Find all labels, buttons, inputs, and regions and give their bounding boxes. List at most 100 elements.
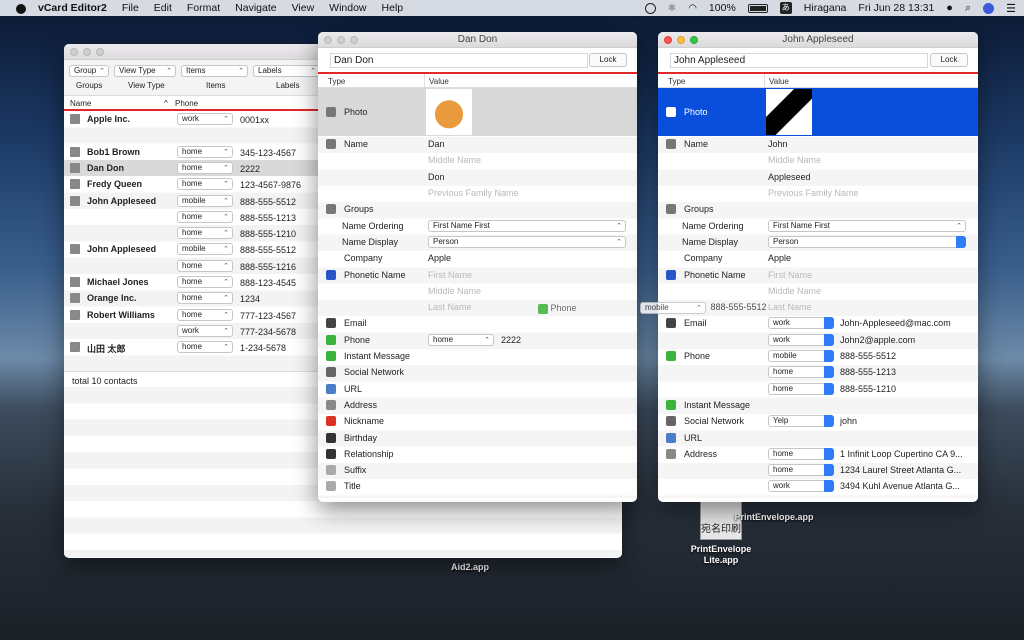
name-ordering-popup[interactable]: First Name First	[768, 219, 966, 232]
field-value[interactable]: Previous Family Name	[428, 188, 519, 198]
field-value[interactable]: Appleseed	[768, 172, 811, 182]
menu-window[interactable]: Window	[329, 2, 366, 14]
field-value[interactable]: john	[840, 416, 857, 426]
menu-format[interactable]: Format	[187, 2, 220, 14]
siri-icon[interactable]	[983, 2, 995, 14]
battery-percent[interactable]: 100%	[709, 2, 736, 14]
lock-button[interactable]: Lock	[589, 53, 627, 67]
lock-button[interactable]: Lock	[930, 53, 968, 67]
phone-label-popup[interactable]: home	[177, 178, 233, 191]
field-value[interactable]: First Name	[768, 270, 812, 280]
contact-photo[interactable]	[766, 89, 812, 135]
type-column-header[interactable]: Type	[668, 77, 685, 86]
phone-label-popup[interactable]: home	[177, 341, 233, 354]
input-method-label[interactable]: Hiragana	[804, 2, 847, 14]
field-value[interactable]: Don	[428, 172, 445, 182]
contact-name: Orange Inc.	[87, 293, 137, 304]
field-value[interactable]: Dan	[428, 139, 445, 149]
field-value[interactable]: 888-555-5512	[840, 351, 896, 361]
phone-label-popup[interactable]: home	[177, 145, 233, 158]
apple-menu-icon[interactable]	[14, 2, 28, 14]
menu-navigate[interactable]: Navigate	[235, 2, 276, 14]
notification-center-icon[interactable]: ☰	[1006, 2, 1016, 15]
field-value[interactable]: 1 Infinit Loop Cupertino CA 9...	[840, 449, 963, 459]
field-popup[interactable]: Yelp	[768, 415, 834, 428]
field-value[interactable]: Middle Name	[768, 155, 821, 165]
phone-label-popup[interactable]: mobile	[177, 243, 233, 256]
field-value[interactable]: Middle Name	[428, 155, 481, 165]
phone-label-popup[interactable]: home	[177, 276, 233, 288]
field-value[interactable]: Last Name	[768, 302, 812, 312]
phone-label-popup[interactable]: work	[177, 324, 233, 337]
name-ordering-popup[interactable]: First Name First	[428, 219, 626, 232]
items-popup[interactable]: Items	[181, 65, 248, 77]
phone-label-popup[interactable]: mobile	[177, 194, 233, 207]
field-popup[interactable]: home	[768, 464, 834, 477]
field-value[interactable]: John-Appleseed@mac.com	[840, 318, 951, 328]
viewtype-popup[interactable]: View Type	[114, 65, 176, 77]
print-envelope-app-label[interactable]: PrintEnvelope.app	[728, 512, 820, 522]
wifi-icon[interactable]: ◠	[688, 3, 697, 14]
field-popup[interactable]: home	[768, 366, 834, 379]
field-popup[interactable]: home	[768, 382, 834, 395]
name-field[interactable]: Dan Don	[330, 53, 588, 68]
contact-photo[interactable]	[426, 89, 472, 135]
type-column-header[interactable]: Type	[328, 77, 345, 86]
field-value[interactable]: Middle Name	[428, 286, 481, 296]
field-value[interactable]: Last Name	[428, 302, 472, 312]
field-popup[interactable]: work	[768, 317, 834, 330]
field-value[interactable]: First Name	[428, 270, 472, 280]
field-value[interactable]: Apple	[428, 253, 451, 263]
phone-label-popup[interactable]: home	[177, 308, 233, 321]
time-machine-icon[interactable]	[644, 2, 656, 14]
name-display-popup[interactable]: Person	[428, 235, 626, 248]
titlebar[interactable]: Dan Don	[318, 32, 637, 48]
field-value[interactable]: 3494 Kuhl Avenue Atlanta G...	[840, 481, 960, 491]
phone-column-header[interactable]: Phone	[175, 99, 198, 108]
user-icon[interactable]: ●	[946, 2, 953, 14]
field-popup[interactable]: work	[768, 480, 834, 493]
field-value[interactable]: 2222	[501, 335, 521, 345]
field-value[interactable]: 1234 Laurel Street Atlanta G...	[840, 465, 961, 475]
phone-label-popup[interactable]: work	[177, 113, 233, 125]
field-popup[interactable]: home	[768, 447, 834, 460]
phone-label-popup[interactable]: home	[428, 333, 494, 346]
menu-help[interactable]: Help	[382, 2, 404, 14]
close-button[interactable]	[70, 48, 78, 56]
phone-label-popup[interactable]: home	[177, 227, 233, 240]
aid2-app-label[interactable]: Aid2.app	[440, 562, 500, 572]
phone-label-popup[interactable]: home	[177, 259, 233, 272]
battery-icon[interactable]	[747, 3, 768, 13]
field-value[interactable]: 888-555-1213	[840, 367, 896, 377]
field-value[interactable]: John	[768, 139, 788, 149]
phone-label-popup[interactable]: home	[177, 292, 233, 305]
minimize-button[interactable]	[83, 48, 91, 56]
value-column-header[interactable]: Value	[769, 77, 789, 86]
field-value[interactable]: Previous Family Name	[768, 188, 859, 198]
labels-popup[interactable]: Labels	[253, 65, 320, 77]
menu-view[interactable]: View	[292, 2, 315, 14]
groups-popup[interactable]: Group	[69, 65, 109, 77]
zoom-button[interactable]	[96, 48, 104, 56]
clock[interactable]: Fri Jun 28 13:31	[858, 2, 934, 14]
value-column-header[interactable]: Value	[429, 77, 449, 86]
name-column-header[interactable]: Name	[70, 99, 91, 108]
phone-label-popup[interactable]: home	[177, 210, 233, 223]
print-envelope-lite-label[interactable]: PrintEnvelope Lite.app	[686, 544, 756, 566]
menu-file[interactable]: File	[122, 2, 139, 14]
name-field[interactable]: John Appleseed	[670, 53, 928, 68]
name-display-popup[interactable]: Person	[768, 235, 966, 248]
titlebar[interactable]: John Appleseed	[658, 32, 978, 48]
field-value[interactable]: Middle Name	[768, 286, 821, 296]
input-method-icon[interactable]: あ	[779, 2, 792, 14]
field-value[interactable]: 888-555-1210	[840, 384, 896, 394]
phone-label-popup[interactable]: home	[177, 161, 233, 174]
field-popup[interactable]: work	[768, 333, 834, 346]
field-value[interactable]: Apple	[768, 253, 791, 263]
spotlight-icon[interactable]: ⌕	[965, 2, 971, 15]
bluetooth-icon[interactable]: ✱	[668, 3, 676, 14]
field-popup[interactable]: mobile	[768, 350, 834, 363]
menu-edit[interactable]: Edit	[154, 2, 172, 14]
app-menu[interactable]: vCard Editor2	[38, 2, 107, 14]
field-value[interactable]: John2@apple.com	[840, 335, 915, 345]
